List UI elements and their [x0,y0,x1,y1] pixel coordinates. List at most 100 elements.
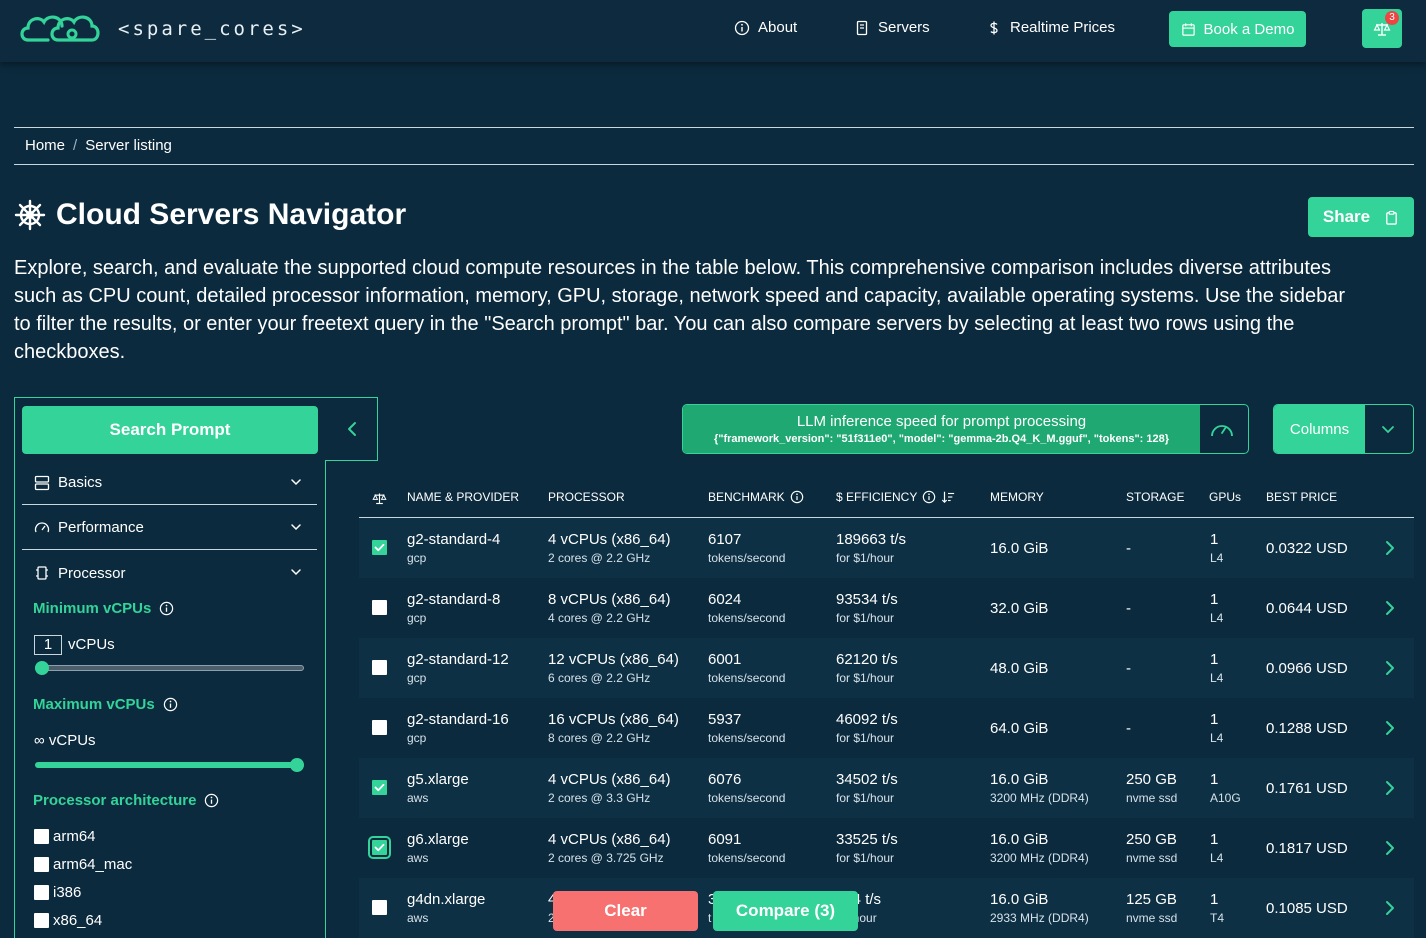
header-memory[interactable]: MEMORY [990,490,1044,504]
cpu-icon [36,566,48,580]
table-row[interactable]: g5.xlarge aws 4 vCPUs (x86_64) 2 cores @ 3.… [359,758,1414,818]
book-demo-label: Book a Demo [1203,20,1295,38]
cell-server-name: g2-standard-8 gcp [407,591,500,625]
header-efficiency[interactable]: $ EFFICIENCY [836,490,955,504]
table-row[interactable]: g6.xlarge aws 4 vCPUs (x86_64) 2 cores @ 3.… [359,818,1414,878]
header-best-price[interactable]: BEST PRICE [1266,490,1337,504]
max-vcpus-slider-handle[interactable] [290,758,304,772]
server-name-value[interactable]: g4dn.xlarge [407,891,485,908]
brand-name[interactable]: <spare_cores> [118,18,306,40]
book-demo-button[interactable]: Book a Demo [1169,11,1306,47]
cell-storage: - [1126,600,1131,617]
arch-option-i386[interactable]: i386 [34,884,81,901]
benchmark-selector[interactable]: LLM inference speed for prompt processin… [682,404,1249,454]
sidebar-section-performance[interactable]: Performance [22,506,317,550]
chevron-right-icon[interactable] [1383,720,1397,736]
memory-value: 64.0 GiB [990,720,1049,737]
arch-option-arm64-mac[interactable]: arm64_mac [34,856,132,873]
chevron-right-icon[interactable] [1383,780,1397,796]
chevron-right-icon[interactable] [1383,840,1397,856]
sidebar-section-processor[interactable]: Processor [22,551,317,595]
table-row[interactable]: g2-standard-4 gcp 4 vCPUs (x86_64) 2 cores … [359,518,1414,578]
row-checkbox[interactable] [372,540,387,555]
arch-option-x86-64[interactable]: x86_64 [34,912,102,929]
chevron-right-icon[interactable] [1383,900,1397,916]
breadcrumb-home[interactable]: Home [25,137,65,154]
cell-efficiency: 93534 t/s for $1/hour [836,591,898,625]
info-icon[interactable] [159,601,174,616]
chevron-right-icon[interactable] [1383,660,1397,676]
arch-option-arm64[interactable]: arm64 [34,828,96,845]
checkbox[interactable] [34,913,49,928]
cell-server-name: g2-standard-12 gcp [407,651,509,685]
scale-icon[interactable] [372,491,387,506]
efficiency-value: 46092 t/s [836,711,898,728]
architecture-label-text: Processor architecture [33,792,197,809]
max-vcpus-value[interactable]: ∞ vCPUs [34,732,96,749]
min-vcpus-slider-handle[interactable] [35,661,49,675]
server-name-value[interactable]: g6.xlarge [407,831,469,848]
server-name-detail: gcp [407,671,427,685]
chevron-down-icon[interactable] [1380,421,1396,437]
search-prompt-button[interactable]: Search Prompt [22,406,318,454]
memory-value: 32.0 GiB [990,600,1049,617]
server-name-value[interactable]: g2-standard-16 [407,711,509,728]
cell-benchmark: 6024 tokens/second [708,591,785,625]
gpus-detail: L4 [1210,671,1224,685]
nav-about[interactable]: About [734,19,797,36]
cell-storage: - [1126,540,1131,557]
server-name-value[interactable]: g2-standard-8 [407,591,500,608]
clear-selection-button[interactable]: Clear [553,891,698,931]
row-checkbox[interactable] [372,780,387,795]
info-icon[interactable] [922,490,936,504]
storage-value: 250 GB [1126,771,1177,788]
storage-detail: nvme ssd [1126,911,1178,925]
chevron-right-icon[interactable] [1383,540,1397,556]
row-checkbox[interactable] [368,836,391,859]
max-vcpus-slider[interactable] [35,762,304,768]
table-row[interactable]: g2-standard-8 gcp 8 vCPUs (x86_64) 4 cores … [359,578,1414,638]
nav-servers[interactable]: Servers [854,19,930,36]
cell-efficiency: 189663 t/s for $1/hour [836,531,906,565]
gpus-detail: L4 [1210,611,1224,625]
columns-label[interactable]: Columns [1274,405,1365,453]
gpus-value: 1 [1210,531,1219,548]
header-benchmark[interactable]: BENCHMARK [708,490,804,504]
sidebar-section-basics[interactable]: Basics [22,461,317,505]
benchmark-selector-main[interactable]: LLM inference speed for prompt processin… [683,405,1200,453]
compare-button[interactable]: Compare (3) [713,891,858,931]
info-icon[interactable] [163,697,178,712]
header-storage[interactable]: STORAGE [1126,490,1184,504]
checkbox[interactable] [34,829,49,844]
cell-memory: 16.0 GiB 3200 MHz (DDR4) [990,831,1089,865]
header-name[interactable]: NAME & PROVIDER [407,490,519,504]
server-name-value[interactable]: g2-standard-12 [407,651,509,668]
spare-cores-logo[interactable] [18,10,102,50]
gauge-icon[interactable] [1210,419,1234,439]
checkbox[interactable] [34,857,49,872]
row-checkbox[interactable] [372,720,387,735]
min-vcpus-input[interactable]: 1 [34,635,62,655]
header-processor[interactable]: PROCESSOR [548,490,625,504]
info-icon[interactable] [204,793,219,808]
table-row[interactable]: g4dn.xlargeaws423t394 t/s$1/hour16.0 GiB… [359,878,1414,938]
table-row[interactable]: g2-standard-12 gcp 12 vCPUs (x86_64) 6 core… [359,638,1414,698]
share-button[interactable]: Share [1308,197,1414,237]
best-price-value: 0.1817 USD [1266,840,1348,857]
server-name-value[interactable]: g5.xlarge [407,771,469,788]
info-icon[interactable] [790,490,804,504]
chevron-right-icon[interactable] [1383,600,1397,616]
server-name-value[interactable]: g2-standard-4 [407,531,500,548]
nav-realtime-prices[interactable]: Realtime Prices [986,19,1115,36]
min-vcpus-slider[interactable] [35,665,304,671]
sort-descending-icon[interactable] [941,490,955,504]
checkbox[interactable] [34,885,49,900]
header-gpus[interactable]: GPUs [1209,490,1241,504]
row-checkbox[interactable] [372,660,387,675]
table-row[interactable]: g2-standard-16 gcp 16 vCPUs (x86_64) 8 core… [359,698,1414,758]
gpus-value: 1 [1210,771,1219,788]
columns-button[interactable]: Columns [1273,404,1414,454]
chevron-left-icon[interactable] [342,418,362,440]
row-checkbox[interactable] [372,900,387,915]
row-checkbox[interactable] [372,600,387,615]
